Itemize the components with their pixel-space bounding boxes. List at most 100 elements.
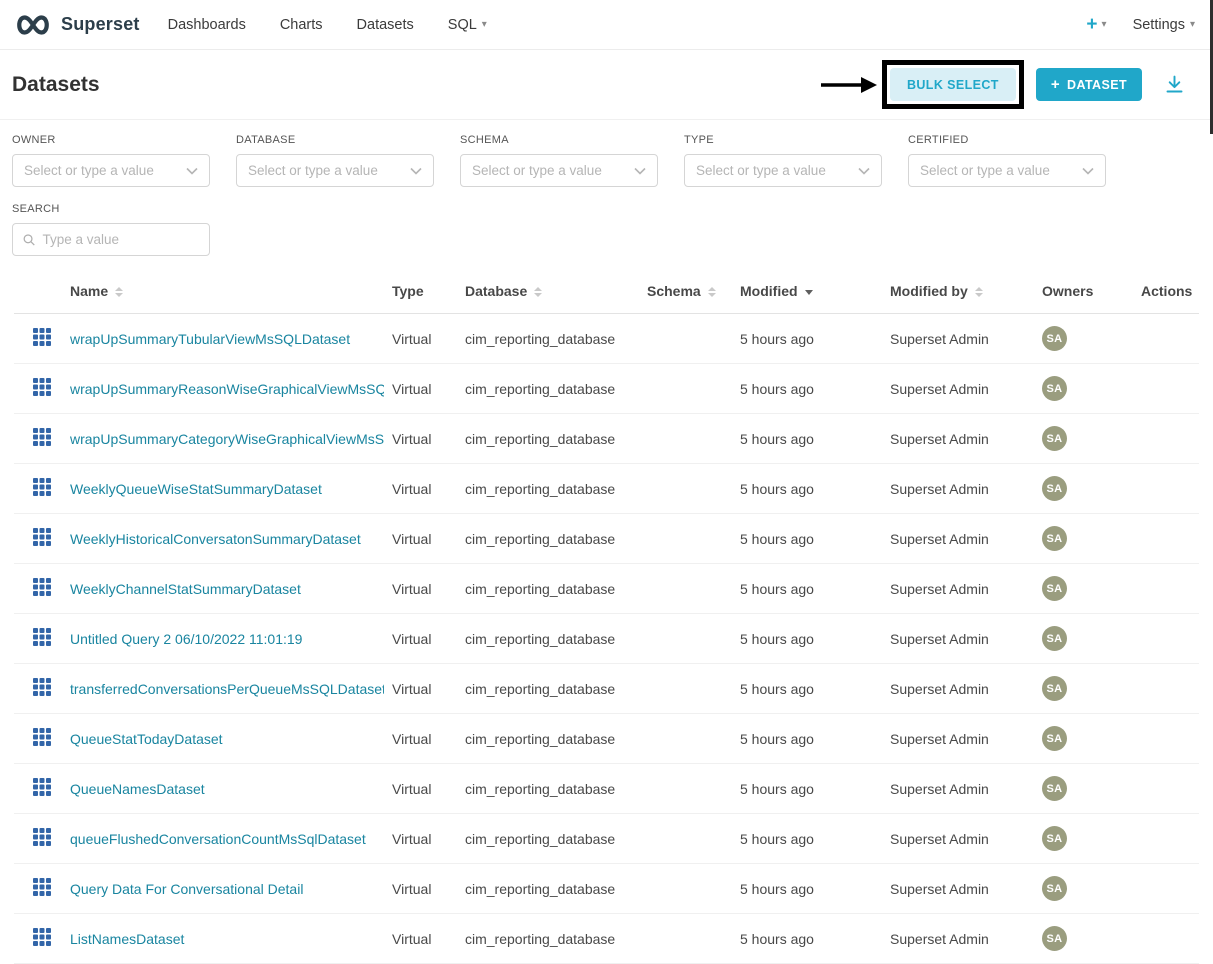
dataset-schema-cell (639, 464, 732, 514)
new-menu-button[interactable]: + ▾ (1086, 15, 1106, 34)
filter-group-database: DATABASE Select or type a value (236, 134, 434, 187)
owner-avatar[interactable]: SA (1042, 776, 1067, 801)
table-row: WeeklyHistoricalConversatonSummaryDatase… (14, 514, 1199, 564)
select-placeholder: Select or type a value (248, 163, 378, 178)
database-filter-select[interactable]: Select or type a value (236, 154, 434, 187)
owner-avatar[interactable]: SA (1042, 626, 1067, 651)
sort-icon (708, 287, 716, 297)
dataset-grid-icon (33, 528, 51, 546)
table-row: queueFlushedConversationCountMsSqlDatase… (14, 814, 1199, 864)
dataset-name-link[interactable]: Query Data For Conversational Detail (70, 881, 303, 897)
dataset-name-link[interactable]: WeeklyHistoricalConversatonSummaryDatase… (70, 531, 361, 547)
owner-avatar[interactable]: SA (1042, 576, 1067, 601)
filter-group-schema: SCHEMA Select or type a value (460, 134, 658, 187)
owner-avatar[interactable]: SA (1042, 726, 1067, 751)
dataset-modified-by-cell: Superset Admin (882, 764, 1034, 814)
table-row: QueueStatTodayDataset Virtual cim_report… (14, 714, 1199, 764)
dataset-modified-by-cell: Superset Admin (882, 314, 1034, 364)
dataset-name-link[interactable]: wrapUpSummaryCategoryWiseGraphicalViewMs… (70, 431, 384, 447)
export-download-icon[interactable] (1164, 74, 1185, 95)
filter-label: CERTIFIED (908, 134, 1106, 146)
owner-avatar[interactable]: SA (1042, 326, 1067, 351)
nav-datasets[interactable]: Datasets (357, 17, 414, 33)
owner-avatar[interactable]: SA (1042, 526, 1067, 551)
row-actions-cell (1133, 814, 1199, 864)
dataset-name-link[interactable]: queueFlushedConversationCountMsSqlDatase… (70, 831, 366, 847)
dataset-name-link[interactable]: WeeklyChannelStatSummaryDataset (70, 581, 301, 597)
nav-label: SQL (448, 17, 477, 33)
filter-label: OWNER (12, 134, 210, 146)
table-row: Query Data For Conversational Detail Vir… (14, 864, 1199, 914)
chevron-down-icon: ▾ (1102, 20, 1107, 30)
column-header-icon (14, 269, 62, 314)
table-row: WeeklyChannelStatSummaryDataset Virtual … (14, 564, 1199, 614)
owner-avatar[interactable]: SA (1042, 926, 1067, 951)
dataset-name-link[interactable]: wrapUpSummaryReasonWiseGraphicalViewMsSQ… (70, 381, 384, 397)
dataset-name-link[interactable]: wrapUpSummaryTubularViewMsSQLDataset (70, 331, 350, 347)
nav-charts[interactable]: Charts (280, 17, 323, 33)
certified-filter-select[interactable]: Select or type a value (908, 154, 1106, 187)
filter-group-owner: OWNER Select or type a value (12, 134, 210, 187)
owner-avatar[interactable]: SA (1042, 376, 1067, 401)
dataset-name-link[interactable]: QueueNamesDataset (70, 781, 205, 797)
owner-avatar[interactable]: SA (1042, 676, 1067, 701)
dataset-name-link[interactable]: ListNamesDataset (70, 931, 184, 947)
dataset-grid-icon (33, 728, 51, 746)
owner-avatar[interactable]: SA (1042, 476, 1067, 501)
select-placeholder: Select or type a value (472, 163, 602, 178)
nav-label: Datasets (357, 17, 414, 33)
dataset-database-cell: cim_reporting_database (457, 664, 639, 714)
dataset-modified-by-cell: Superset Admin (882, 464, 1034, 514)
superset-logo[interactable]: Superset (14, 13, 140, 37)
chevron-down-icon (186, 167, 198, 175)
dataset-name-link[interactable]: Untitled Query 2 06/10/2022 11:01:19 (70, 631, 302, 647)
column-label: Type (392, 283, 424, 299)
dataset-database-cell: cim_reporting_database (457, 764, 639, 814)
column-header-modified[interactable]: Modified (732, 269, 882, 314)
dataset-grid-icon (33, 478, 51, 496)
dataset-modified-cell: 5 hours ago (732, 614, 882, 664)
column-label: Modified (740, 283, 798, 299)
row-actions-cell (1133, 764, 1199, 814)
bulk-select-button[interactable]: BULK SELECT (890, 68, 1016, 101)
dataset-modified-cell: 5 hours ago (732, 814, 882, 864)
owner-avatar[interactable]: SA (1042, 876, 1067, 901)
dataset-grid-icon (33, 428, 51, 446)
column-header-name[interactable]: Name (62, 269, 384, 314)
dataset-name-link[interactable]: WeeklyQueueWiseStatSummaryDataset (70, 481, 322, 497)
row-actions-cell (1133, 414, 1199, 464)
chevron-down-icon: ▾ (1190, 20, 1195, 30)
dataset-database-cell: cim_reporting_database (457, 564, 639, 614)
dataset-type-cell: Virtual (384, 914, 457, 964)
owner-avatar[interactable]: SA (1042, 426, 1067, 451)
nav-dashboards[interactable]: Dashboards (168, 17, 246, 33)
dataset-modified-cell: 5 hours ago (732, 564, 882, 614)
column-header-modified-by[interactable]: Modified by (882, 269, 1034, 314)
dataset-name-link[interactable]: transferredConversationsPerQueueMsSQLDat… (70, 681, 384, 697)
owner-filter-select[interactable]: Select or type a value (12, 154, 210, 187)
dataset-name-link[interactable]: QueueStatTodayDataset (70, 731, 223, 747)
row-actions-cell (1133, 864, 1199, 914)
nav-label: Dashboards (168, 17, 246, 33)
dataset-database-cell: cim_reporting_database (457, 414, 639, 464)
column-header-actions: Actions (1133, 269, 1199, 314)
dataset-type-cell: Virtual (384, 864, 457, 914)
type-filter-select[interactable]: Select or type a value (684, 154, 882, 187)
dataset-modified-cell: 5 hours ago (732, 514, 882, 564)
column-label: Actions (1141, 283, 1192, 299)
search-input[interactable] (42, 232, 199, 247)
dataset-type-cell: Virtual (384, 614, 457, 664)
nav-label: Charts (280, 17, 323, 33)
dataset-schema-cell (639, 814, 732, 864)
schema-filter-select[interactable]: Select or type a value (460, 154, 658, 187)
nav-sql[interactable]: SQL▾ (448, 17, 487, 33)
column-header-schema[interactable]: Schema (639, 269, 732, 314)
settings-menu[interactable]: Settings ▾ (1133, 17, 1195, 33)
dataset-type-cell: Virtual (384, 564, 457, 614)
dataset-grid-icon (33, 378, 51, 396)
owner-avatar[interactable]: SA (1042, 826, 1067, 851)
row-actions-cell (1133, 514, 1199, 564)
row-actions-cell (1133, 914, 1199, 964)
add-dataset-button[interactable]: + DATASET (1036, 68, 1142, 101)
column-header-database[interactable]: Database (457, 269, 639, 314)
